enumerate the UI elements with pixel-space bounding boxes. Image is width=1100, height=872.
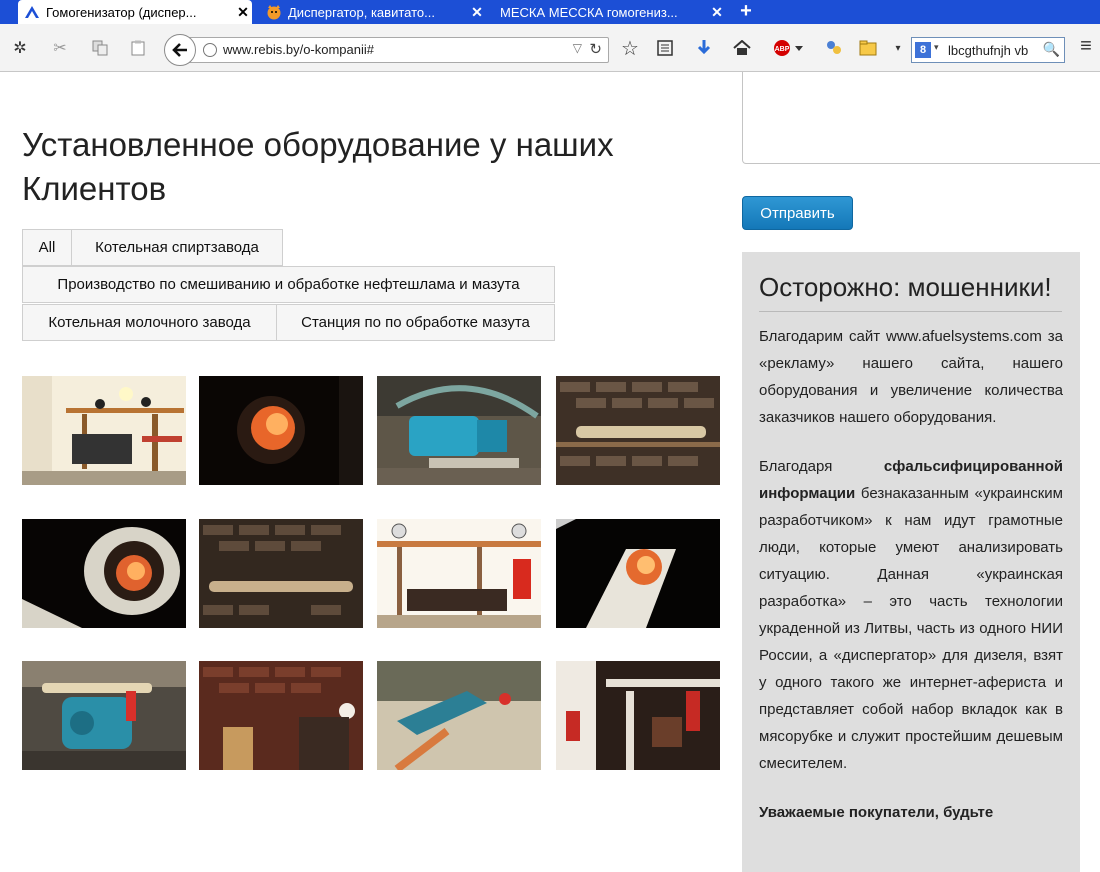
paragraph-lead-text: Благодаря (759, 458, 884, 475)
close-tab-icon[interactable]: ✕ (234, 4, 252, 21)
bookmarks-list-icon[interactable] (655, 38, 675, 58)
tab-homogenizer[interactable]: Гомогенизатор (диспер... ✕ (18, 0, 252, 24)
back-arrow-icon (172, 43, 187, 57)
warning-paragraph-3: Уважаемые покупатели, будьте (759, 799, 1063, 826)
heading-divider (759, 311, 1062, 312)
gallery-photo[interactable] (199, 661, 363, 770)
new-tab-button[interactable]: + (734, 0, 758, 24)
gallery-photo[interactable] (377, 376, 541, 485)
gallery-photo[interactable] (199, 376, 363, 485)
url-dropdown-icon[interactable]: ▽ (573, 41, 582, 55)
warning-paragraph-1: Благодарим сайт www.afuelsystems.com за … (759, 328, 1063, 426)
search-input[interactable]: lbcgthufnjh vb (948, 43, 1044, 58)
filter-oil-sludge-button[interactable]: Производство по смешиванию и обработке н… (22, 266, 555, 303)
reload-icon[interactable]: ↻ (589, 40, 602, 58)
globe-icon (203, 43, 217, 57)
close-tab-icon[interactable]: ✕ (468, 4, 486, 21)
bookmark-star-icon[interactable]: ☆ (620, 38, 640, 60)
widget-body: Благодарим сайт www.afuelsystems.com за … (759, 323, 1063, 848)
folder-dropdown-icon[interactable]: ▾ (888, 38, 908, 58)
gallery-photo[interactable] (199, 519, 363, 628)
download-icon[interactable] (694, 38, 714, 58)
gallery-photo[interactable] (22, 376, 186, 485)
gallery-photo[interactable] (22, 519, 186, 628)
engine-dropdown-icon[interactable]: ▾ (934, 42, 939, 53)
extension-people-icon[interactable] (824, 38, 844, 58)
filter-fuel-oil-station-button[interactable]: Станция по по обработке мазута (276, 304, 555, 341)
gallery-photo[interactable] (22, 661, 186, 770)
gallery-photo[interactable] (377, 661, 541, 770)
tab-title: МЕСКА МЕССКА гомогениз... (500, 4, 678, 20)
rebis-logo-icon (24, 4, 40, 20)
address-bar[interactable]: www.rebis.by/o-kompanii# ▽ ↻ (182, 37, 609, 63)
cat-favicon-icon (266, 4, 282, 20)
gallery-photo[interactable] (556, 661, 720, 770)
filter-distillery-boiler-button[interactable]: Котельная спиртзавода (71, 229, 283, 266)
warning-paragraph-2: Благодаря сфальсифицированной информации… (759, 453, 1063, 777)
tab-meska[interactable]: МЕСКА МЕССКА гомогениз... ✕ (494, 0, 726, 24)
back-button[interactable] (164, 34, 196, 66)
tab-dispergator[interactable]: Диспергатор, кавитато... ✕ (260, 0, 486, 24)
adblock-icon[interactable]: ABP (772, 38, 806, 58)
menu-icon[interactable]: ≡ (1076, 35, 1096, 57)
cut-icon[interactable]: ✂ (50, 38, 70, 58)
fraud-warning-widget: Осторожно: мошенники! Благодарим сайт ww… (742, 252, 1080, 872)
home-icon[interactable] (732, 38, 752, 58)
send-button[interactable]: Отправить (742, 196, 853, 230)
url-text[interactable]: www.rebis.by/o-kompanii# (223, 42, 374, 57)
gallery-photo[interactable] (556, 376, 720, 485)
gallery-photo[interactable] (556, 519, 720, 628)
widget-heading: Осторожно: мошенники! (759, 272, 1052, 302)
google-icon[interactable]: 8 (915, 42, 931, 58)
paragraph-rest-text: безнаказанным «украинским разработчиком»… (759, 485, 1063, 772)
folder-icon[interactable] (858, 38, 878, 58)
tab-title: Диспергатор, кавитато... (288, 4, 435, 20)
page-title: Установленное оборудование у наших Клиен… (22, 126, 614, 207)
paragraph-bold-text: Уважаемые покупатели, будьте (759, 804, 994, 821)
close-tab-icon[interactable]: ✕ (708, 4, 726, 21)
paste-icon[interactable] (128, 38, 148, 58)
gallery-photo[interactable] (377, 519, 541, 628)
search-box[interactable]: 8 ▾ lbcgthufnjh vb 🔍 (911, 37, 1065, 63)
svg-text:ABP: ABP (775, 46, 790, 53)
tab-title: Гомогенизатор (диспер... (46, 4, 197, 20)
search-icon[interactable]: 🔍 (1043, 41, 1060, 58)
browser-toolbar: ✲ ✂ www.rebis.by/o-kompanii# ▽ ↻ ☆ ABP ▾… (0, 24, 1100, 72)
filter-dairy-boiler-button[interactable]: Котельная молочного завода (22, 304, 277, 341)
filter-all-button[interactable]: All (22, 229, 72, 266)
gear-icon[interactable]: ✲ (10, 38, 30, 58)
message-textarea[interactable] (742, 72, 1100, 164)
browser-tab-strip: Гомогенизатор (диспер... ✕ Диспергатор, … (0, 0, 1100, 24)
copy-icon[interactable] (90, 38, 110, 58)
